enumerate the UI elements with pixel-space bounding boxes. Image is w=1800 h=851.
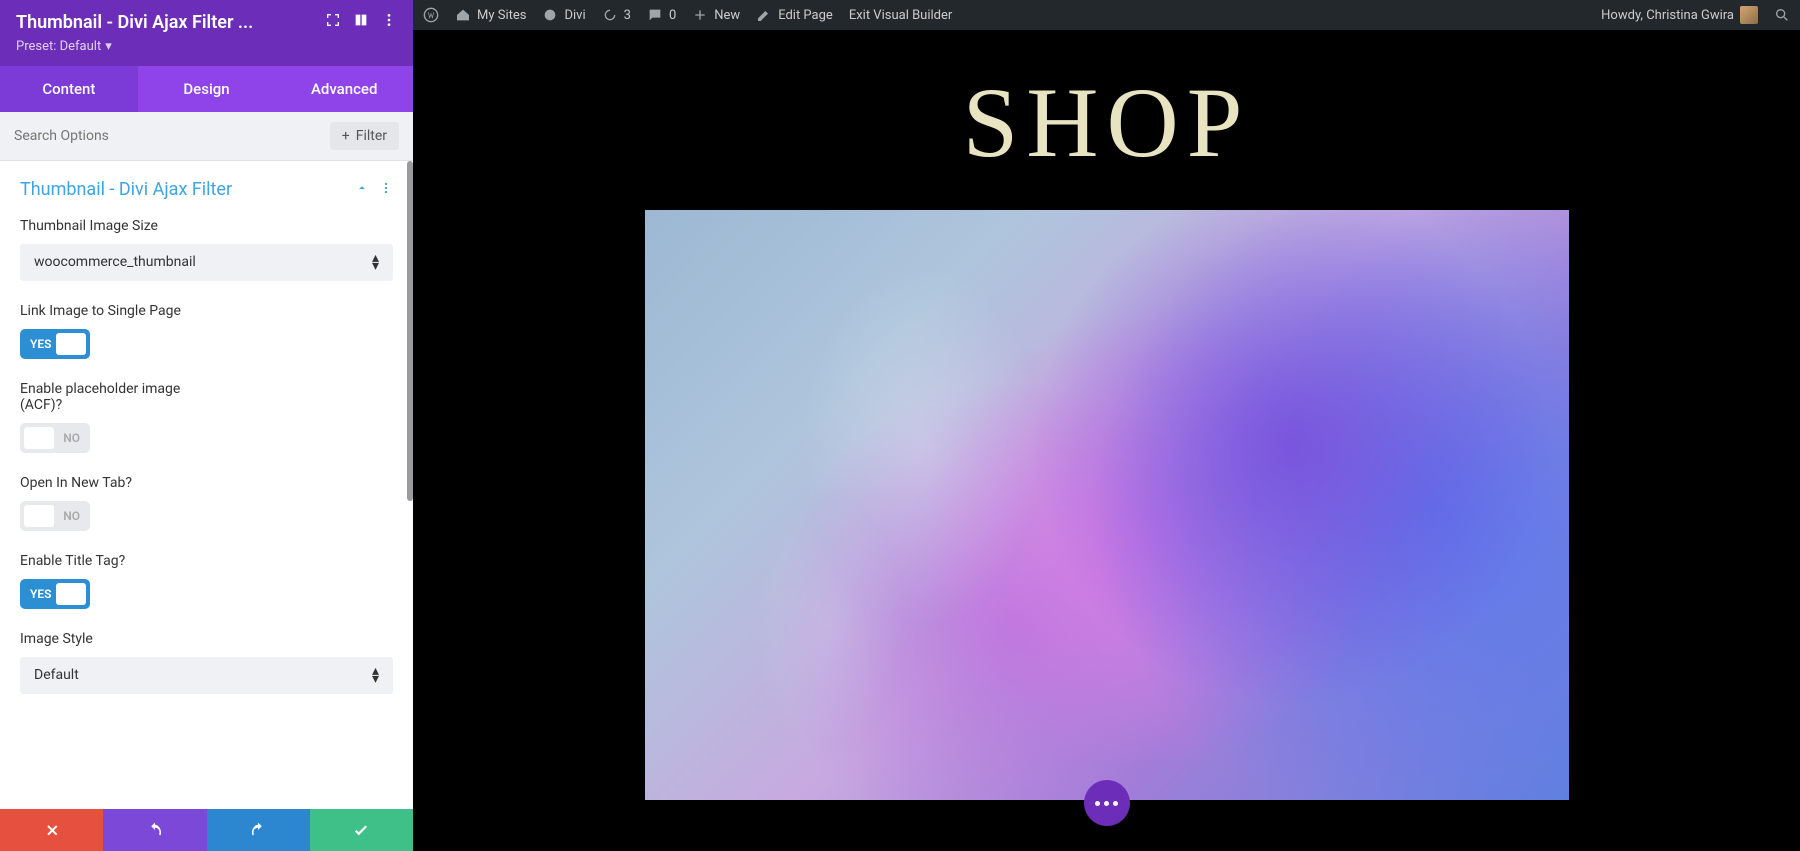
footer-actions bbox=[0, 809, 413, 851]
search-row: + Filter bbox=[0, 112, 413, 161]
link-image-label: Link Image to Single Page bbox=[20, 303, 393, 319]
settings-sidebar: Thumbnail - Divi Ajax Filter ... Preset:… bbox=[0, 0, 413, 851]
divi-link[interactable]: Divi bbox=[542, 7, 585, 23]
toggle-no-text: NO bbox=[63, 431, 80, 445]
chevron-up-icon[interactable] bbox=[355, 180, 369, 199]
expand-icon[interactable] bbox=[325, 12, 341, 33]
thumbnail-size-value: woocommerce_thumbnail bbox=[34, 254, 196, 270]
save-button[interactable] bbox=[310, 809, 413, 851]
image-style-value: Default bbox=[34, 667, 79, 683]
avatar bbox=[1740, 6, 1758, 24]
more-vert-icon[interactable] bbox=[379, 180, 393, 199]
tab-advanced[interactable]: Advanced bbox=[275, 66, 413, 112]
toggle-knob bbox=[24, 505, 54, 527]
toggle-yes-text: YES bbox=[30, 337, 51, 351]
field-title-tag: Enable Title Tag? YES bbox=[20, 553, 393, 609]
title-tag-toggle[interactable]: YES bbox=[20, 579, 90, 609]
product-image[interactable] bbox=[645, 210, 1569, 800]
field-image-style: Image Style Default ▴▾ bbox=[20, 631, 393, 694]
placeholder-acf-toggle[interactable]: NO bbox=[20, 423, 90, 453]
preview-area: My Sites Divi 3 0 New Edit Page Exit Vis… bbox=[413, 0, 1800, 851]
new-link[interactable]: New bbox=[692, 7, 740, 23]
placeholder-acf-label: Enable placeholder image (ACF)? bbox=[20, 381, 393, 413]
sidebar-header: Thumbnail - Divi Ajax Filter ... Preset:… bbox=[0, 0, 413, 66]
search-input[interactable] bbox=[14, 128, 330, 144]
preview-content: SHOP bbox=[413, 30, 1800, 851]
select-caret-icon: ▴▾ bbox=[372, 254, 379, 271]
filter-button[interactable]: + Filter bbox=[330, 122, 399, 150]
comments-link[interactable]: 0 bbox=[647, 7, 676, 23]
wp-logo-icon[interactable] bbox=[423, 7, 439, 23]
field-thumbnail-size: Thumbnail Image Size woocommerce_thumbna… bbox=[20, 218, 393, 281]
filter-label: Filter bbox=[356, 128, 387, 144]
wp-admin-bar: My Sites Divi 3 0 New Edit Page Exit Vis… bbox=[413, 0, 1800, 30]
chevron-down-icon: ▾ bbox=[105, 39, 112, 54]
module-title: Thumbnail - Divi Ajax Filter ... bbox=[16, 12, 317, 33]
section-title: Thumbnail - Divi Ajax Filter bbox=[20, 179, 232, 200]
preset-selector[interactable]: Preset: Default ▾ bbox=[16, 39, 397, 54]
image-style-select[interactable]: Default ▴▾ bbox=[20, 657, 393, 694]
updates-link[interactable]: 3 bbox=[602, 7, 631, 23]
thumbnail-size-select[interactable]: woocommerce_thumbnail ▴▾ bbox=[20, 244, 393, 281]
new-tab-label: Open In New Tab? bbox=[20, 475, 393, 491]
search-icon[interactable] bbox=[1774, 7, 1790, 23]
plus-icon: + bbox=[342, 128, 350, 144]
tab-content[interactable]: Content bbox=[0, 66, 138, 112]
columns-icon[interactable] bbox=[353, 12, 369, 33]
toggle-knob bbox=[56, 333, 86, 355]
cancel-button[interactable] bbox=[0, 809, 103, 851]
howdy-user[interactable]: Howdy, Christina Gwira bbox=[1601, 6, 1758, 24]
field-placeholder-acf: Enable placeholder image (ACF)? NO bbox=[20, 381, 393, 453]
new-tab-toggle[interactable]: NO bbox=[20, 501, 90, 531]
settings-tabs: Content Design Advanced bbox=[0, 66, 413, 112]
image-style-label: Image Style bbox=[20, 631, 393, 647]
toggle-yes-text: YES bbox=[30, 587, 51, 601]
toggle-no-text: NO bbox=[63, 509, 80, 523]
builder-fab[interactable] bbox=[1084, 780, 1130, 826]
exit-visual-builder-link[interactable]: Exit Visual Builder bbox=[849, 8, 952, 23]
redo-button[interactable] bbox=[207, 809, 310, 851]
my-sites-link[interactable]: My Sites bbox=[455, 7, 526, 23]
field-link-image: Link Image to Single Page YES bbox=[20, 303, 393, 359]
tab-design[interactable]: Design bbox=[138, 66, 276, 112]
more-icon[interactable] bbox=[381, 12, 397, 33]
select-caret-icon: ▴▾ bbox=[372, 667, 379, 684]
preset-label: Preset: Default bbox=[16, 39, 101, 54]
thumbnail-size-label: Thumbnail Image Size bbox=[20, 218, 393, 234]
field-new-tab: Open In New Tab? NO bbox=[20, 475, 393, 531]
section-header[interactable]: Thumbnail - Divi Ajax Filter bbox=[20, 179, 393, 200]
undo-button[interactable] bbox=[103, 809, 206, 851]
title-tag-label: Enable Title Tag? bbox=[20, 553, 393, 569]
page-title: SHOP bbox=[963, 65, 1251, 180]
edit-page-link[interactable]: Edit Page bbox=[756, 7, 833, 23]
toggle-knob bbox=[56, 583, 86, 605]
panel-body: Thumbnail - Divi Ajax Filter Thumbnail I… bbox=[0, 161, 413, 809]
toggle-knob bbox=[24, 427, 54, 449]
link-image-toggle[interactable]: YES bbox=[20, 329, 90, 359]
